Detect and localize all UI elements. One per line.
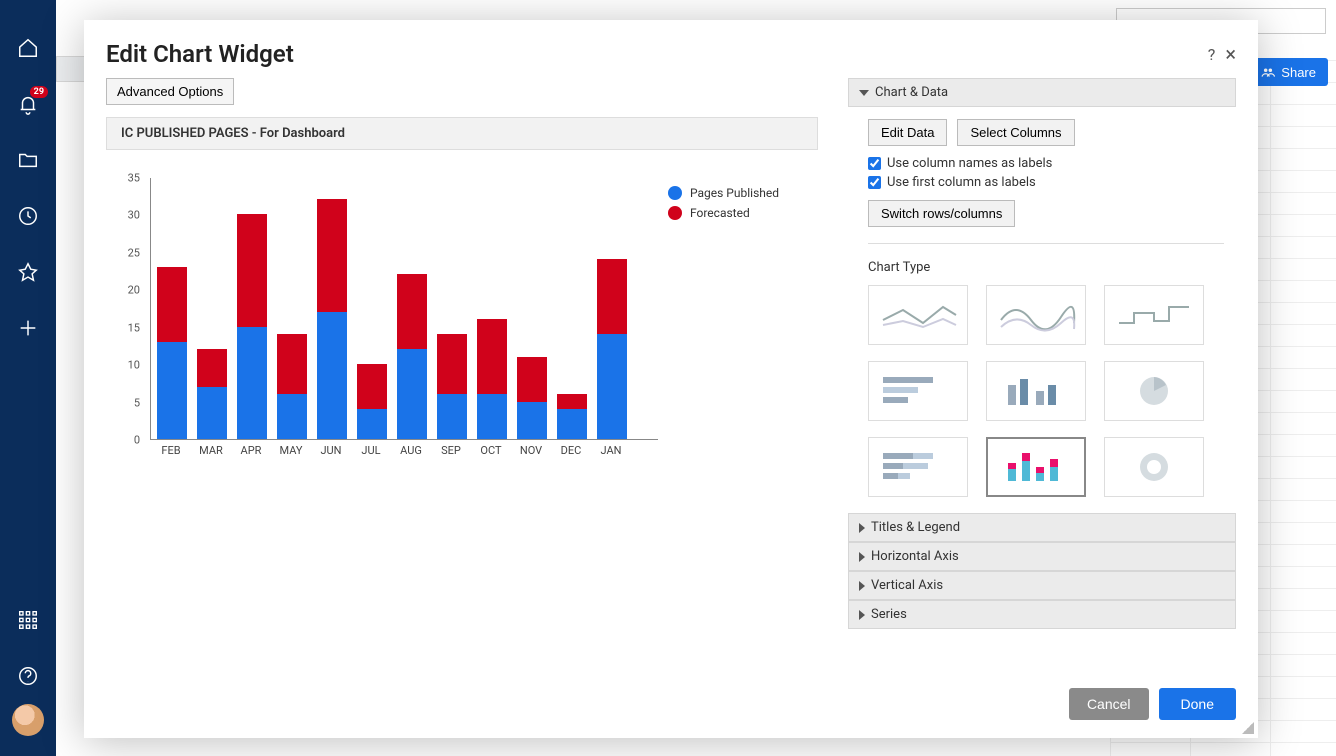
apps-icon[interactable] [16,608,40,632]
section-vertical-axis[interactable]: Vertical Axis [848,571,1236,600]
chart-type-line[interactable] [868,285,968,345]
modal-footer: Cancel Done [84,674,1258,738]
home-icon[interactable] [16,36,40,60]
folder-icon[interactable] [16,148,40,172]
modal-title: Edit Chart Widget [106,40,294,68]
modal-help-icon[interactable]: ? [1208,45,1216,64]
chart-area: 05101520253035 FEBMARAPRMAYJUNJULAUGSEPO… [106,160,818,470]
app-sidebar: 29 [0,0,56,756]
chart-type-label: Chart Type [868,260,1224,275]
chart-title: IC PUBLISHED PAGES - For Dashboard [106,117,818,150]
add-icon[interactable] [16,316,40,340]
help-icon[interactable] [16,664,40,688]
recent-icon[interactable] [16,204,40,228]
chart-preview-pane: Advanced Options IC PUBLISHED PAGES - Fo… [106,78,818,674]
chart-type-donut[interactable] [1104,437,1204,497]
chart-type-stacked-hbar[interactable] [868,437,968,497]
modal-header: Edit Chart Widget ? × [84,20,1258,78]
chart-type-pie[interactable] [1104,361,1204,421]
resize-handle[interactable] [1242,722,1254,734]
options-pane: Chart & Data Edit Data Select Columns Us… [848,78,1236,674]
chart-type-stacked-vbar[interactable] [986,437,1086,497]
edit-chart-modal: Edit Chart Widget ? × Advanced Options I… [84,20,1258,738]
chart-plot [150,178,658,440]
avatar[interactable] [12,704,44,736]
chart-legend: Pages Published Forecasted [668,186,818,226]
chart-type-grid [868,285,1224,497]
cancel-button[interactable]: Cancel [1069,688,1149,720]
switch-rows-columns-button[interactable]: Switch rows/columns [868,200,1015,227]
done-button[interactable]: Done [1159,688,1236,720]
section-titles-legend[interactable]: Titles & Legend [848,513,1236,542]
select-columns-button[interactable]: Select Columns [957,119,1074,146]
advanced-options-button[interactable]: Advanced Options [106,78,234,105]
chevron-right-icon [859,610,865,620]
use-col-names-checkbox[interactable]: Use column names as labels [868,156,1224,171]
chart-type-vbar[interactable] [986,361,1086,421]
chevron-right-icon [859,581,865,591]
section-series[interactable]: Series [848,600,1236,629]
notifications-icon[interactable]: 29 [16,92,40,116]
legend-item: Forecasted [668,206,818,220]
chart-type-hbar[interactable] [868,361,968,421]
notification-badge: 29 [30,86,48,98]
x-axis: FEBMARAPRMAYJUNJULAUGSEPOCTNOVDECJAN [150,444,658,464]
chevron-down-icon [859,90,869,96]
y-axis: 05101520253035 [106,178,146,440]
chevron-right-icon [859,552,865,562]
share-button[interactable]: Share [1249,58,1328,86]
use-first-col-checkbox[interactable]: Use first column as labels [868,175,1224,190]
edit-data-button[interactable]: Edit Data [868,119,947,146]
chart-type-step-line[interactable] [1104,285,1204,345]
section-chart-data[interactable]: Chart & Data [848,78,1236,107]
chevron-right-icon [859,523,865,533]
legend-item: Pages Published [668,186,818,200]
section-horizontal-axis[interactable]: Horizontal Axis [848,542,1236,571]
favorites-icon[interactable] [16,260,40,284]
chart-type-smooth-line[interactable] [986,285,1086,345]
modal-close-icon[interactable]: × [1225,42,1236,66]
share-label: Share [1281,65,1316,80]
